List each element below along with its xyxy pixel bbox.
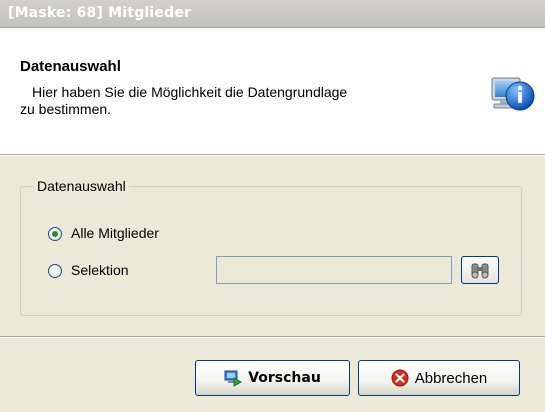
radio-button-selection[interactable] xyxy=(48,264,62,278)
dialog-window: [Maske: 68] Mitglieder Datenauswahl Hier… xyxy=(0,0,545,412)
preview-icon xyxy=(224,370,243,387)
header-separator xyxy=(0,155,545,156)
radio-label-selection[interactable]: Selektion xyxy=(71,262,129,278)
header-description: Hier haben Sie die Möglichkeit die Daten… xyxy=(20,84,462,118)
selection-input[interactable] xyxy=(216,256,452,284)
cancel-button-label: Abbrechen xyxy=(414,369,488,387)
data-selection-group xyxy=(20,186,522,316)
header-title: Datenauswahl xyxy=(20,58,121,75)
title-bar[interactable]: [Maske: 68] Mitglieder xyxy=(0,0,545,28)
radio-label-all-members[interactable]: Alle Mitglieder xyxy=(71,225,159,241)
radio-selected-dot xyxy=(52,231,58,237)
header-description-line1: Hier haben Sie die Möglichkeit die Daten… xyxy=(32,84,348,100)
cancel-icon xyxy=(391,369,409,387)
header-panel: Datenauswahl Hier haben Sie die Möglichk… xyxy=(0,28,545,155)
group-label: Datenauswahl xyxy=(34,178,129,194)
preview-button-label: Vorschau xyxy=(248,370,321,386)
binoculars-icon xyxy=(471,263,489,279)
footer-separator-highlight xyxy=(0,337,545,338)
cancel-button[interactable]: Abbrechen xyxy=(358,360,520,396)
window-title: [Maske: 68] Mitglieder xyxy=(8,5,192,21)
selection-search-button[interactable] xyxy=(461,256,499,284)
preview-button[interactable]: Vorschau xyxy=(195,360,350,396)
info-computer-icon xyxy=(490,72,536,118)
radio-button-all-members[interactable] xyxy=(48,227,62,241)
header-description-line2: zu bestimmen. xyxy=(20,101,112,117)
